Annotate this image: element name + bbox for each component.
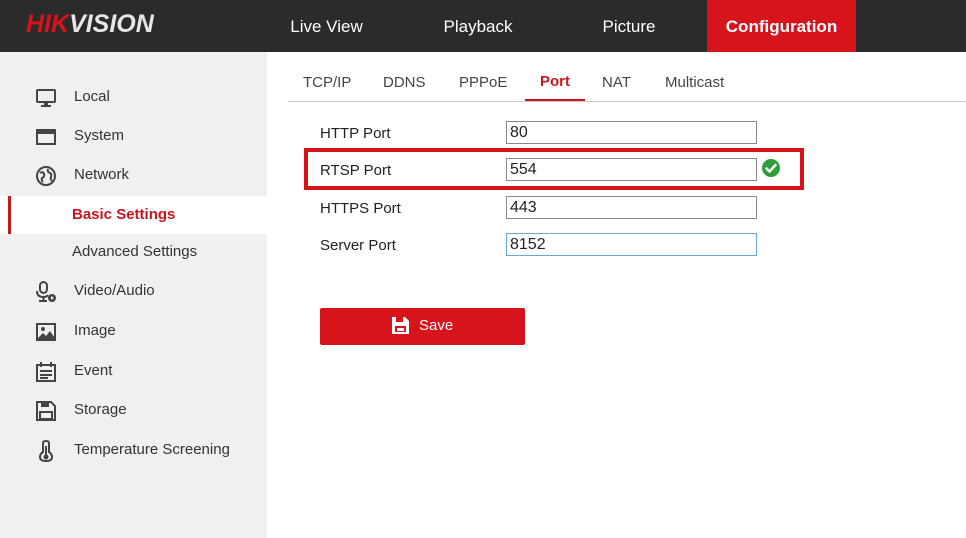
- hikvision-logo: HIKVISION: [26, 10, 154, 39]
- active-tab-underline: [525, 99, 585, 101]
- sidebar-item-label: Storage: [74, 401, 127, 418]
- nav-configuration[interactable]: Configuration: [707, 0, 856, 52]
- sidebar-item-storage[interactable]: Storage: [0, 391, 267, 429]
- sidebar-item-network[interactable]: Network: [0, 156, 267, 194]
- tab-multicast[interactable]: Multicast: [665, 74, 724, 91]
- sidebar-subitem-advanced-settings[interactable]: Advanced Settings: [0, 233, 267, 271]
- valid-check-icon: [762, 159, 780, 177]
- save-icon: [392, 317, 409, 334]
- tab-ddns[interactable]: DDNS: [383, 74, 426, 91]
- sidebar-subitem-label: Basic Settings: [72, 206, 176, 223]
- nav-playback[interactable]: Playback: [424, 0, 532, 52]
- sidebar-item-system[interactable]: System: [0, 117, 267, 155]
- save-icon: [36, 401, 56, 421]
- https-port-input[interactable]: [506, 196, 757, 219]
- sidebar-item-image[interactable]: Image: [0, 312, 267, 350]
- sidebar-item-label: Temperature Screening: [74, 441, 230, 458]
- sidebar-item-label: Local: [74, 88, 110, 105]
- thermometer-icon: [38, 440, 54, 462]
- logo-part-hik: HIK: [26, 10, 70, 38]
- server-port-input[interactable]: [506, 233, 757, 256]
- sidebar-item-label: Image: [74, 322, 116, 339]
- server-port-label: Server Port: [320, 237, 396, 254]
- microphone-icon: [36, 281, 56, 302]
- https-port-label: HTTPS Port: [320, 200, 401, 217]
- tab-pppoe[interactable]: PPPoE: [459, 74, 507, 91]
- rtsp-port-label: RTSP Port: [320, 162, 392, 179]
- logo-part-vision: VISION: [69, 10, 154, 38]
- save-button[interactable]: Save: [320, 308, 525, 345]
- sidebar-item-label: Video/Audio: [74, 282, 155, 299]
- http-port-label: HTTP Port: [320, 125, 391, 142]
- sidebar-subitem-basic-settings[interactable]: Basic Settings: [0, 196, 267, 234]
- network-tabs: TCP/IP DDNS PPPoE Port NAT Multicast: [288, 62, 966, 102]
- sidebar-item-video-audio[interactable]: Video/Audio: [0, 272, 267, 310]
- rtsp-port-input[interactable]: [506, 158, 757, 181]
- nav-live-view[interactable]: Live View: [270, 0, 383, 52]
- globe-icon: [36, 166, 56, 186]
- sidebar-item-temperature-screening[interactable]: Temperature Screening: [0, 431, 267, 469]
- save-button-label: Save: [419, 317, 454, 334]
- sidebar-item-label: Event: [74, 362, 113, 379]
- window-icon: [36, 129, 56, 145]
- sidebar-item-label: System: [74, 127, 125, 144]
- tab-tcp-ip[interactable]: TCP/IP: [303, 74, 351, 91]
- sidebar: Local System Network Basic Settings Adva…: [0, 52, 267, 538]
- sidebar-item-local[interactable]: Local: [0, 78, 267, 116]
- sidebar-item-label: Network: [74, 166, 130, 183]
- image-icon: [36, 323, 56, 341]
- monitor-icon: [36, 89, 56, 107]
- http-port-input[interactable]: [506, 121, 757, 144]
- nav-picture[interactable]: Picture: [578, 0, 680, 52]
- sidebar-item-event[interactable]: Event: [0, 352, 267, 390]
- tab-nat[interactable]: NAT: [602, 74, 631, 91]
- calendar-icon: [36, 362, 56, 382]
- tab-port[interactable]: Port: [540, 73, 570, 90]
- top-navigation-bar: HIKVISION Live View Playback Picture Con…: [0, 0, 966, 52]
- sidebar-subitem-label: Advanced Settings: [72, 243, 198, 260]
